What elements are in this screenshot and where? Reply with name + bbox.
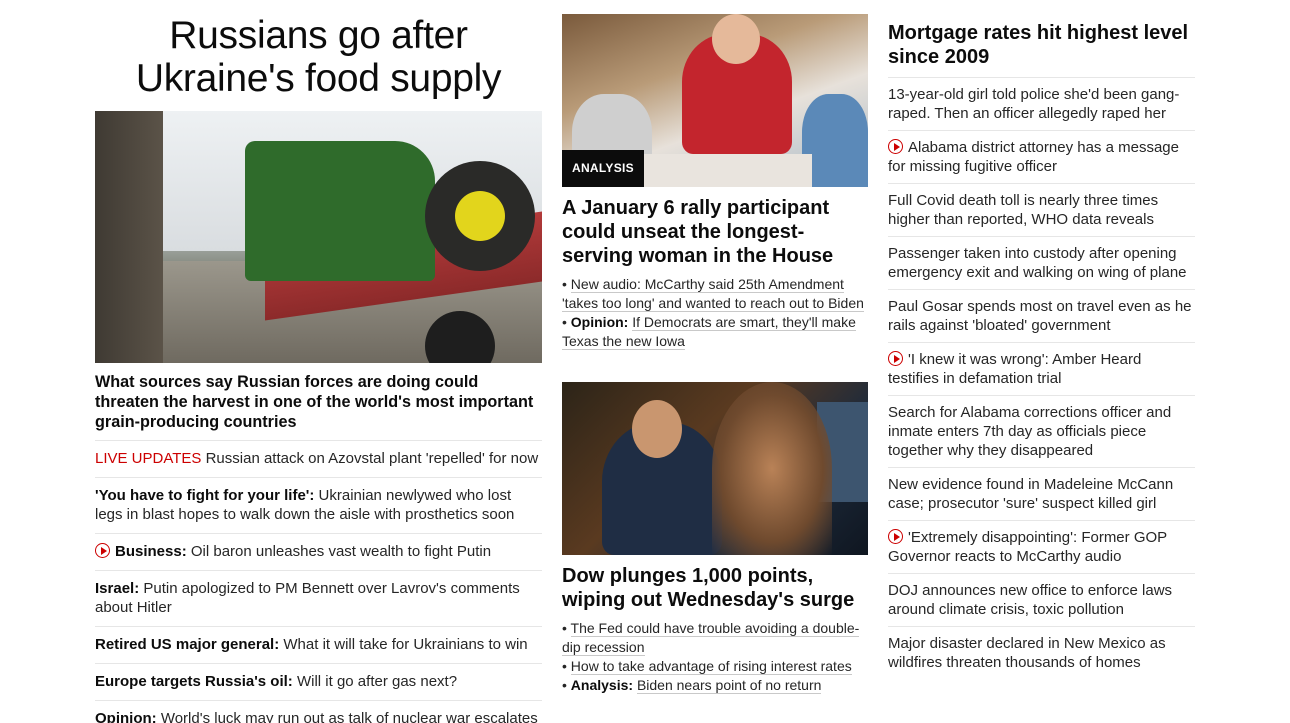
list-item-text: Full Covid death toll is nearly three ti… [888,192,1159,228]
list-item[interactable]: Alabama district attorney has a message … [888,130,1195,183]
hero-headline[interactable]: Russians go after Ukraine's food supply [95,14,542,100]
list-item-text: Putin apologized to PM Bennett over Lavr… [95,580,520,616]
list-item-text: Passenger taken into custody after openi… [888,245,1187,281]
list-item-text: World's luck may run out as talk of nucl… [160,710,538,723]
bullet-prefix: Opinion: [570,314,629,330]
list-item-text: Paul Gosar spends most on travel even as… [888,298,1192,334]
story-title[interactable]: Dow plunges 1,000 points, wiping out Wed… [562,564,868,612]
list-item[interactable]: Business: Oil baron unleashes vast wealt… [95,533,542,570]
story-bullets: • The Fed could have trouble avoiding a … [562,619,868,695]
list-item[interactable]: Search for Alabama corrections officer a… [888,395,1195,467]
list-item-text: What it will take for Ukrainians to win [283,636,528,653]
left-column: Russians go after Ukraine's food supply … [95,14,542,723]
bullet-item[interactable]: • Analysis: Biden nears point of no retu… [562,676,868,695]
video-play-icon [888,351,903,366]
list-item-text: Oil baron unleashes vast wealth to fight… [190,543,492,560]
bullet-item[interactable]: • Opinion: If Democrats are smart, they'… [562,313,868,351]
list-item-text: New evidence found in Madeleine McCann c… [888,476,1174,512]
list-item[interactable]: 13-year-old girl told police she'd been … [888,77,1195,130]
bullet-item[interactable]: • How to take advantage of rising intere… [562,657,868,676]
video-play-icon [888,529,903,544]
bullet-item[interactable]: • New audio: McCarthy said 25th Amendmen… [562,275,868,313]
list-item[interactable]: Paul Gosar spends most on travel even as… [888,289,1195,342]
bullet-link[interactable]: Biden nears point of no return [636,677,822,694]
list-item[interactable]: Opinion: World's luck may run out as tal… [95,700,542,723]
story-image-rally[interactable]: ANALYSIS [562,14,868,187]
list-item-text: DOJ announces new office to enforce laws… [888,582,1173,618]
list-item-text: Search for Alabama corrections officer a… [888,404,1172,459]
list-item-text: Russian attack on Azovstal plant 'repell… [205,450,539,467]
list-item-prefix: 'You have to fight for your life': [95,487,315,504]
right-headline-list: 13-year-old girl told police she'd been … [888,77,1195,679]
list-item[interactable]: Major disaster declared in New Mexico as… [888,626,1195,679]
right-column: Mortgage rates hit highest level since 2… [888,14,1195,679]
bullet-link[interactable]: The Fed could have trouble avoiding a do… [562,620,860,656]
story-bullets: • New audio: McCarthy said 25th Amendmen… [562,275,868,351]
list-item-text: 13-year-old girl told police she'd been … [888,86,1180,122]
list-item[interactable]: DOJ announces new office to enforce laws… [888,573,1195,626]
list-item[interactable]: Full Covid death toll is nearly three ti… [888,183,1195,236]
list-item[interactable]: New evidence found in Madeleine McCann c… [888,467,1195,520]
list-item-text: Will it go after gas next? [296,673,458,690]
list-item[interactable]: 'You have to fight for your life': Ukrai… [95,477,542,533]
list-item[interactable]: Passenger taken into custody after openi… [888,236,1195,289]
bullet-item[interactable]: • The Fed could have trouble avoiding a … [562,619,868,657]
list-item-text: 'I knew it was wrong': Amber Heard testi… [888,351,1142,387]
bullet-link[interactable]: How to take advantage of rising interest… [570,658,852,675]
live-updates-label: LIVE UPDATES [95,450,202,467]
list-item-text: Major disaster declared in New Mexico as… [888,635,1166,671]
right-column-title[interactable]: Mortgage rates hit highest level since 2… [888,14,1195,69]
list-item[interactable]: LIVE UPDATES Russian attack on Azovstal … [95,440,542,477]
bullet-link[interactable]: New audio: McCarthy said 25th Amendment … [562,276,864,312]
list-item-prefix: Retired US major general: [95,636,280,653]
analysis-badge: ANALYSIS [562,150,644,187]
list-item-text: Alabama district attorney has a message … [888,139,1179,175]
list-item-prefix: Opinion: [95,710,157,723]
list-item[interactable]: Israel: Putin apologized to PM Bennett o… [95,570,542,626]
bullet-prefix: Analysis: [570,677,634,693]
list-item[interactable]: Retired US major general: What it will t… [95,626,542,663]
list-item[interactable]: 'Extremely disappointing': Former GOP Go… [888,520,1195,573]
left-headline-list: LIVE UPDATES Russian attack on Azovstal … [95,440,542,723]
video-play-icon [888,139,903,154]
story-image-stock-exchange[interactable] [562,382,868,555]
list-item-prefix: Business: [115,543,187,560]
list-item-prefix: Israel: [95,580,140,597]
story-title[interactable]: A January 6 rally participant could unse… [562,196,868,268]
list-item-text: 'Extremely disappointing': Former GOP Go… [888,529,1167,565]
list-item[interactable]: 'I knew it was wrong': Amber Heard testi… [888,342,1195,395]
video-play-icon [95,543,110,558]
hero-image[interactable] [95,111,542,363]
list-item[interactable]: Europe targets Russia's oil: Will it go … [95,663,542,700]
middle-column: ANALYSIS A January 6 rally participant c… [562,14,868,695]
list-item-prefix: Europe targets Russia's oil: [95,673,293,690]
hero-subhead[interactable]: What sources say Russian forces are doin… [95,372,542,432]
